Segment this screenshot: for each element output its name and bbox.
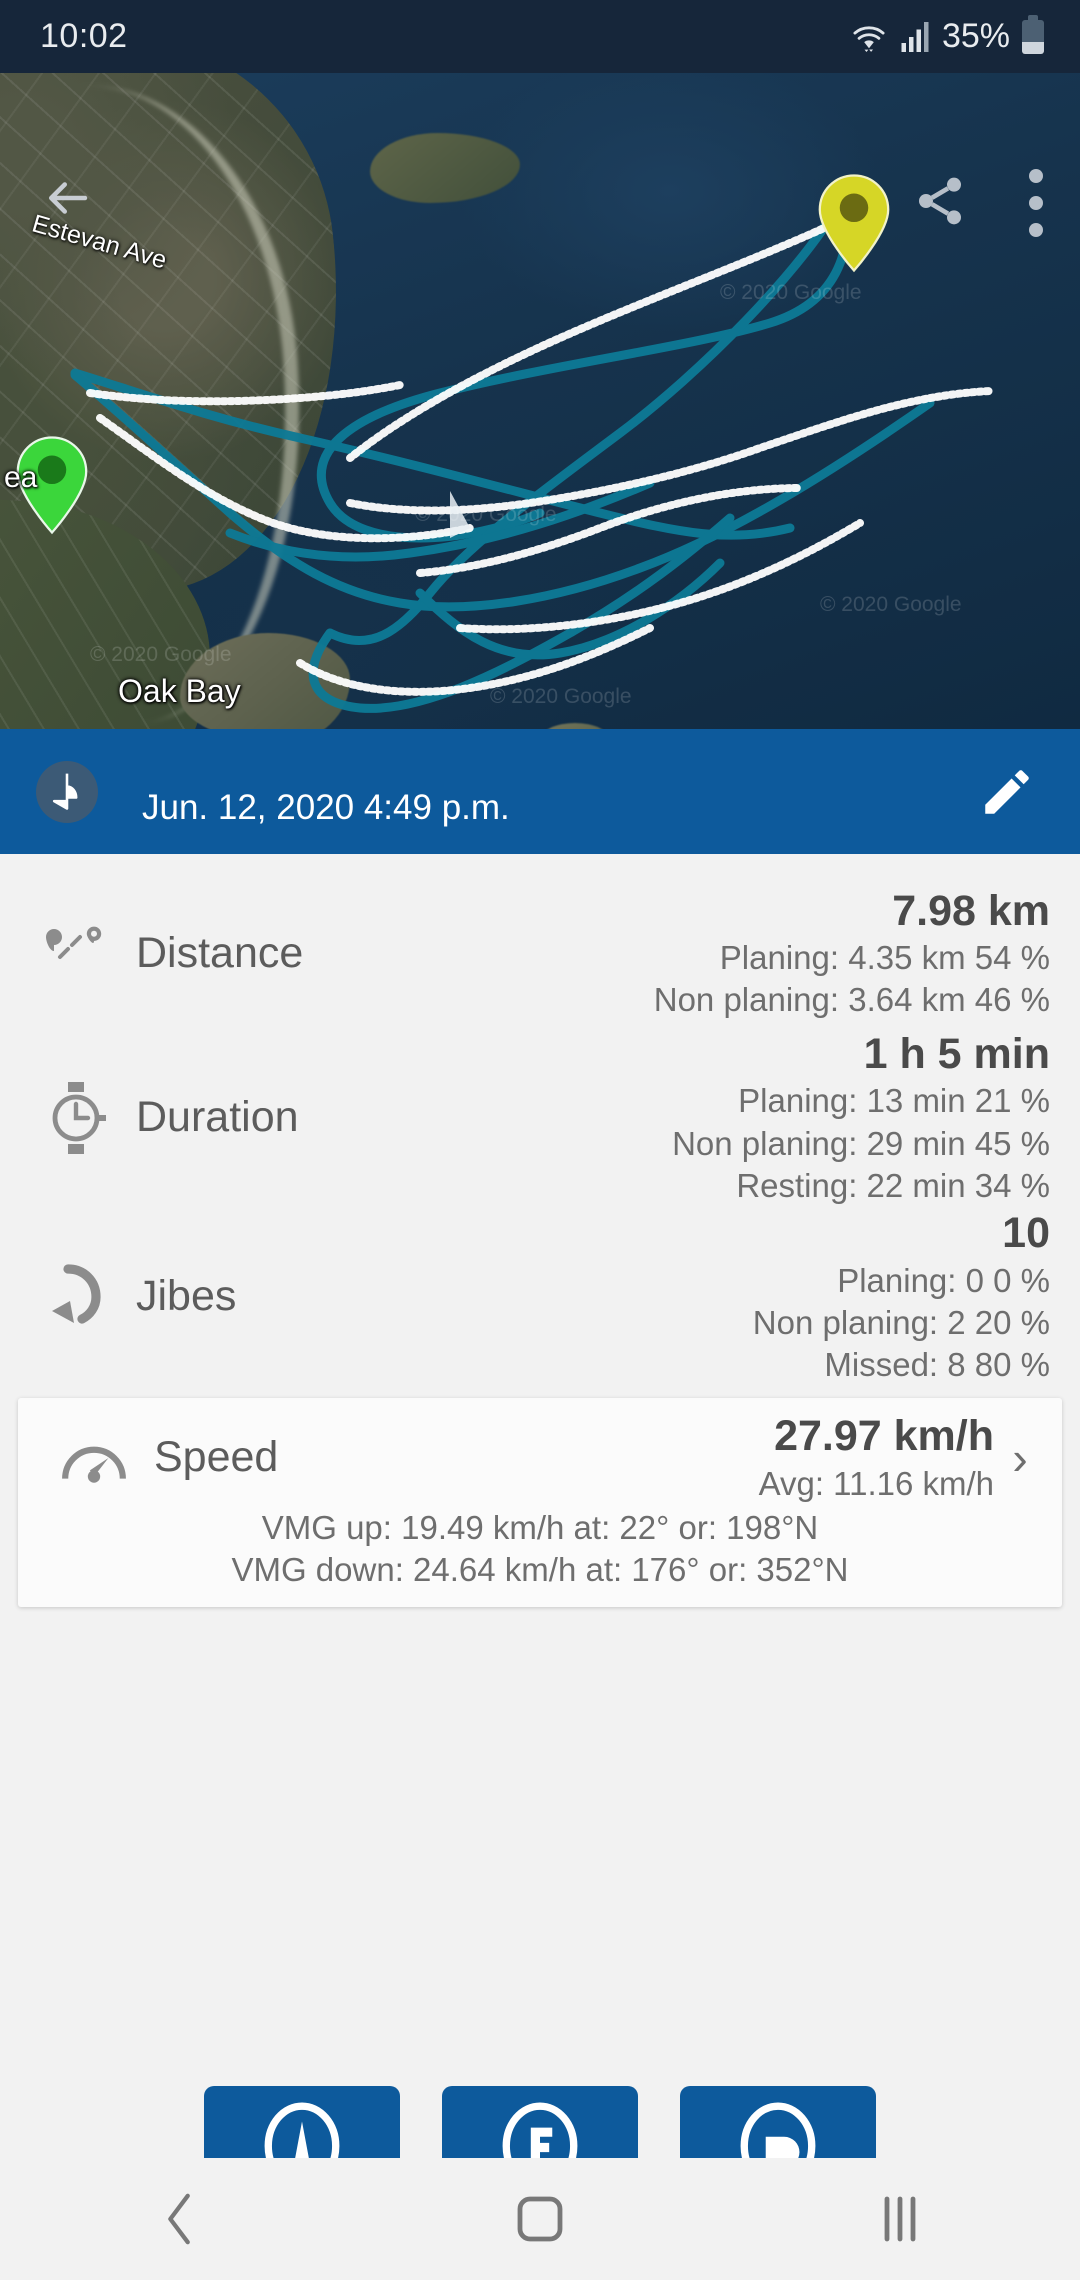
stat-values: 7.98 km Planing: 4.35 km 54 % Non planin… xyxy=(654,885,1050,1022)
stat-sub-value: Non planing: 2 20 % xyxy=(752,1303,1050,1341)
route-pin-icon xyxy=(22,922,130,984)
jibe-arrow-icon xyxy=(22,1263,130,1331)
cellular-signal-icon xyxy=(901,21,929,52)
nav-home-button[interactable] xyxy=(470,2174,610,2264)
gps-track-overlay xyxy=(70,188,994,713)
wifi-icon xyxy=(853,25,885,52)
battery-icon xyxy=(1022,14,1044,54)
stat-sub-value: Non planing: 29 min 45 % xyxy=(672,1124,1050,1162)
vmg-up-value: VMG up: 19.49 km/h at: 22° or: 198°N xyxy=(261,1509,819,1546)
pencil-icon[interactable] xyxy=(978,763,1036,821)
status-bar-indicators: 35% xyxy=(850,14,1044,56)
stat-label: Jibes xyxy=(136,1272,237,1321)
session-header-bar: Jun. 12, 2020 4:49 p.m. xyxy=(0,729,1080,854)
speed-card-label: Speed xyxy=(154,1433,279,1482)
stat-sub-value: Planing: 13 min 21 % xyxy=(738,1082,1050,1120)
stat-label: Distance xyxy=(136,928,304,977)
gauge-f-icon xyxy=(502,2102,578,2158)
end-marker-icon[interactable] xyxy=(816,173,892,273)
nav-recents-button[interactable] xyxy=(830,2174,970,2264)
speedometer-icon xyxy=(40,1430,148,1486)
stats-list: Distance 7.98 km Planing: 4.35 km 54 % N… xyxy=(0,854,1080,1608)
stat-sub-value: Planing: 0 0 % xyxy=(837,1261,1050,1299)
nav-back-button[interactable] xyxy=(110,2174,250,2264)
map-view[interactable]: Estevan Ave ea Oak Bay Mary Tod Island E… xyxy=(0,73,1080,729)
stat-main-value: 1 h 5 min xyxy=(863,1030,1050,1078)
action-button-3[interactable] xyxy=(680,2086,876,2158)
android-nav-bar xyxy=(0,2158,1080,2280)
stat-sub-value: Missed: 8 80 % xyxy=(824,1346,1050,1384)
home-nav-icon xyxy=(517,2196,563,2242)
back-nav-icon xyxy=(168,2193,190,2245)
stat-row-distance[interactable]: Distance 7.98 km Planing: 4.35 km 54 % N… xyxy=(0,878,1080,1028)
gauge-icon xyxy=(264,2102,340,2158)
stat-label: Duration xyxy=(136,1093,299,1142)
stat-sub-value: Non planing: 3.64 km 46 % xyxy=(653,981,1050,1019)
stat-sub-value: Resting: 22 min 34 % xyxy=(736,1166,1050,1204)
speed-card-top: Speed 27.97 km/h Avg: 11.16 km/h › xyxy=(18,1410,1062,1505)
action-button-1[interactable] xyxy=(204,2086,400,2158)
stat-sub-value: Planing: 4.35 km 54 % xyxy=(719,938,1050,976)
action-button-2[interactable] xyxy=(442,2086,638,2158)
speed-card[interactable]: Speed 27.97 km/h Avg: 11.16 km/h › VMG u… xyxy=(18,1398,1062,1608)
speed-avg-value: Avg: 11.16 km/h xyxy=(758,1464,994,1502)
speed-max-value: 27.97 km/h xyxy=(774,1412,994,1461)
speed-card-values: 27.97 km/h Avg: 11.16 km/h xyxy=(759,1410,994,1505)
status-bar-clock: 10:02 xyxy=(40,17,128,55)
vmg-down-value: VMG down: 24.64 km/h at: 176° or: 352°N xyxy=(231,1551,849,1589)
stat-main-value: 10 xyxy=(1002,1209,1050,1258)
share-icon[interactable] xyxy=(912,173,968,229)
stat-values: 1 h 5 min Planing: 13 min 21 % Non plani… xyxy=(672,1028,1050,1207)
battery-percentage: 35% xyxy=(941,17,1010,55)
stat-row-duration[interactable]: Duration 1 h 5 min Planing: 13 min 21 % … xyxy=(0,1028,1080,1207)
stat-values: 10 Planing: 0 0 % Non planing: 2 20 % Mi… xyxy=(753,1207,1050,1386)
overflow-menu-icon[interactable] xyxy=(1026,169,1046,237)
stopwatch-icon xyxy=(22,1081,130,1154)
status-bar: 10:02 35% xyxy=(0,0,1080,73)
action-button-row xyxy=(0,2086,1080,2158)
stat-main-value: 7.98 km xyxy=(892,886,1050,935)
chevron-right-icon[interactable]: › xyxy=(994,1431,1046,1485)
gauge-d-icon xyxy=(740,2102,816,2158)
start-marker-icon[interactable] xyxy=(14,435,90,535)
session-date: Jun. 12, 2020 4:49 p.m. xyxy=(142,787,510,827)
recents-nav-icon xyxy=(884,2196,916,2242)
speed-card-vmg: VMG up: 19.49 km/h at: 22° or: 198°N VMG… xyxy=(18,1505,1062,1591)
stat-row-jibes[interactable]: Jibes 10 Planing: 0 0 % Non planing: 2 2… xyxy=(0,1207,1080,1386)
windsurf-icon xyxy=(36,760,98,823)
